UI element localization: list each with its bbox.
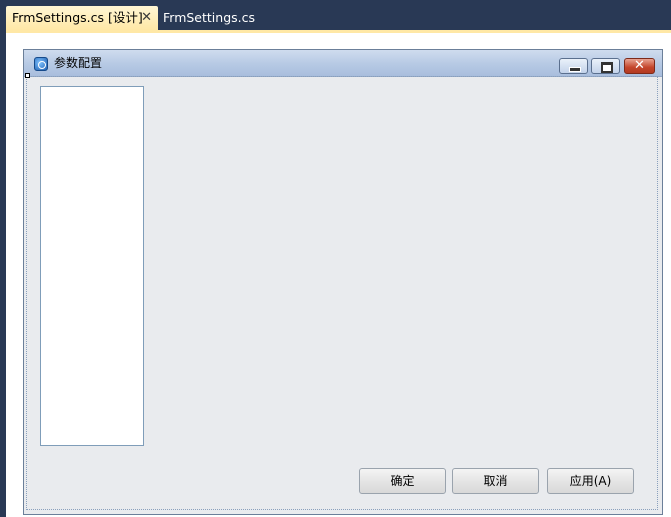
close-button[interactable]: ✕ xyxy=(624,58,655,74)
settings-form[interactable]: 参数配置 ✕ 确定 取消 应用(A) xyxy=(23,49,663,515)
close-icon: ✕ xyxy=(634,58,645,73)
minimize-icon xyxy=(569,67,581,72)
tab-label: FrmSettings.cs xyxy=(163,10,256,25)
minimize-button[interactable] xyxy=(559,58,588,74)
app-icon xyxy=(34,57,48,71)
form-title: 参数配置 xyxy=(54,56,103,70)
close-icon[interactable]: ✕ xyxy=(141,6,152,30)
maximize-button[interactable] xyxy=(591,58,620,74)
apply-button[interactable]: 应用(A) xyxy=(547,468,634,494)
category-listbox[interactable] xyxy=(40,86,144,446)
maximize-icon xyxy=(601,62,613,73)
tab-label: FrmSettings.cs [设计] xyxy=(12,10,143,25)
tab-frmsettings-code[interactable]: FrmSettings.cs xyxy=(160,6,280,30)
document-tab-strip: FrmSettings.cs [设计] ✕ FrmSettings.cs xyxy=(0,0,671,30)
cancel-button[interactable]: 取消 xyxy=(452,468,539,494)
selection-handle[interactable] xyxy=(25,73,30,78)
form-title-bar[interactable]: 参数配置 ✕ xyxy=(24,50,662,77)
tab-frmsettings-design[interactable]: FrmSettings.cs [设计] ✕ xyxy=(6,6,158,30)
ok-button[interactable]: 确定 xyxy=(359,468,446,494)
